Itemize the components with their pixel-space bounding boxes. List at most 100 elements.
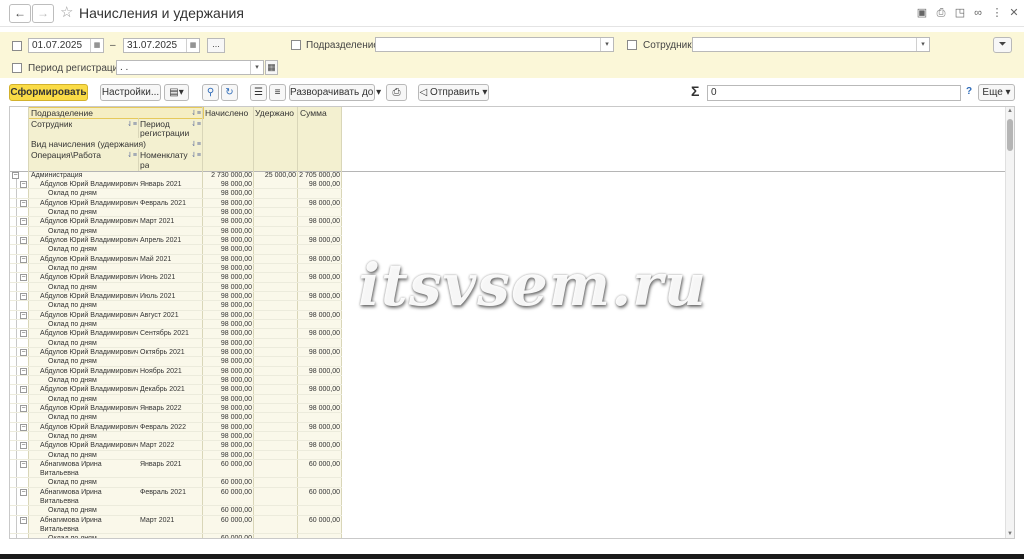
collapse-toggle-icon[interactable]: − xyxy=(12,172,19,179)
print-button[interactable]: ⎙ xyxy=(386,84,407,101)
collapse-toggle-icon[interactable]: − xyxy=(20,423,27,431)
sum-field[interactable]: 0 xyxy=(707,85,961,101)
filter-icon[interactable]: ⏷ xyxy=(993,37,1012,53)
employee-row[interactable]: − Абнагимова Ирина Витальевна Март 2021 60 0… xyxy=(10,516,342,535)
report-variants-button[interactable]: ▤▾ xyxy=(164,84,189,101)
accrual-type-row[interactable]: Оклад по дням 98 000,00 xyxy=(10,376,342,386)
settings-button[interactable]: Настройки... xyxy=(100,84,161,101)
collapse-toggle-icon[interactable]: − xyxy=(20,181,27,188)
employee-row[interactable]: − Абнагимова Ирина Витальевна Январь 2021 60… xyxy=(10,460,342,479)
accrual-type-row[interactable]: Оклад по дням 98 000,00 xyxy=(10,208,342,218)
accrual-type-row[interactable]: Оклад по дням 98 000,00 xyxy=(10,301,342,311)
employee-row[interactable]: − Абдулов Юрий Владимирович Март 2022 98 00… xyxy=(10,441,342,451)
accrual-type-row[interactable]: Оклад по дням 98 000,00 xyxy=(10,451,342,460)
collapse-toggle-icon[interactable]: − xyxy=(20,404,27,412)
calendar-icon[interactable]: ▦ xyxy=(265,60,278,75)
print-icon[interactable]: ⎙ xyxy=(934,6,948,20)
vertical-scrollbar[interactable]: ▲ ▼ xyxy=(1005,107,1014,538)
expand-group-button[interactable]: ☰ xyxy=(250,84,267,101)
send-button[interactable]: ◁ Отправить ▾ xyxy=(418,84,489,101)
collapse-toggle-icon[interactable]: − xyxy=(20,274,27,282)
sort-icon[interactable]: ⇃≡ xyxy=(191,109,201,117)
collapse-toggle-icon[interactable]: − xyxy=(20,442,27,450)
chevron-down-icon[interactable]: ▾ xyxy=(250,61,263,74)
reg-period-input[interactable]: . . ▾ xyxy=(116,60,264,75)
scroll-up-icon[interactable]: ▲ xyxy=(1006,108,1014,114)
sort-icon[interactable]: ⇃≡ xyxy=(191,151,201,159)
collapse-toggle-icon[interactable]: − xyxy=(20,311,27,319)
accrual-type-row[interactable]: Оклад по дням 98 000,00 xyxy=(10,413,342,423)
collapse-group-button[interactable]: ≡ xyxy=(269,84,286,101)
date-from-input[interactable]: 01.07.2025 ▦ xyxy=(28,38,104,53)
collapse-toggle-icon[interactable]: − xyxy=(20,236,27,244)
accrual-type-row[interactable]: Оклад по дням 60 000,00 xyxy=(10,534,342,538)
date-to-input[interactable]: 31.07.2025 ▦ xyxy=(123,38,200,53)
employee-row[interactable]: − Абдулов Юрий Владимирович Октябрь 2021 98… xyxy=(10,348,342,358)
sort-icon[interactable]: ⇃≡ xyxy=(127,120,137,128)
save-icon[interactable]: ▣ xyxy=(915,6,929,20)
accrual-type-row[interactable]: Оклад по дням 98 000,00 xyxy=(10,320,342,330)
employee-row[interactable]: − Абдулов Юрий Владимирович Февраль 2022 98… xyxy=(10,423,342,432)
calendar-icon[interactable]: ▦ xyxy=(90,39,103,52)
search-button[interactable]: ⚲ xyxy=(202,84,219,101)
collapse-toggle-icon[interactable]: − xyxy=(20,367,27,375)
sort-icon[interactable]: ⇃≡ xyxy=(191,120,201,128)
employee-row[interactable]: − Абдулов Юрий Владимирович Сентябрь 2021 9… xyxy=(10,329,342,339)
employee-row[interactable]: − Абдулов Юрий Владимирович Январь 2021 98 … xyxy=(10,180,342,190)
sort-icon[interactable]: ⇃≡ xyxy=(191,140,201,148)
collapse-toggle-icon[interactable]: − xyxy=(20,386,27,394)
close-icon[interactable]: ✕ xyxy=(1007,6,1021,20)
collapse-toggle-icon[interactable]: − xyxy=(20,348,27,356)
more-button[interactable]: Еще ▾ xyxy=(978,84,1015,101)
forward-button[interactable]: → xyxy=(32,4,54,23)
collapse-toggle-icon[interactable]: − xyxy=(20,218,27,226)
collapse-toggle-icon[interactable]: − xyxy=(20,460,27,468)
choose-period-button[interactable]: ... xyxy=(207,38,225,53)
help-icon[interactable]: ? xyxy=(966,86,972,97)
accrual-type-row[interactable]: Оклад по дням 60 000,00 xyxy=(10,506,342,516)
employee-row[interactable]: − Абдулов Юрий Владимирович Июнь 2021 98 00… xyxy=(10,273,342,283)
group-row-administration[interactable]: − Администрация 2 730 000,00 25 000,00 2… xyxy=(10,171,342,180)
accrual-type-row[interactable]: Оклад по дням 98 000,00 xyxy=(10,189,342,199)
chevron-down-icon[interactable]: ▾ xyxy=(916,38,929,51)
employee-filter-checkbox[interactable] xyxy=(627,40,637,50)
accrual-type-row[interactable]: Оклад по дням 60 000,00 xyxy=(10,478,342,488)
accrual-type-row[interactable]: Оклад по дням 98 000,00 xyxy=(10,395,342,404)
employee-row[interactable]: − Абдулов Юрий Владимирович Март 2021 98 00… xyxy=(10,217,342,227)
employee-row[interactable]: − Абдулов Юрий Владимирович Ноябрь 2021 98 … xyxy=(10,367,342,376)
accrual-type-row[interactable]: Оклад по дням 98 000,00 xyxy=(10,227,342,236)
employee-row[interactable]: − Абдулов Юрий Владимирович Декабрь 2021 98… xyxy=(10,385,342,395)
division-filter-checkbox[interactable] xyxy=(291,40,301,50)
calendar-icon[interactable]: ▦ xyxy=(186,39,199,52)
more-vertical-icon[interactable]: ⋮ xyxy=(990,6,1004,20)
employee-select[interactable]: ▾ xyxy=(692,37,930,52)
accrual-type-row[interactable]: Оклад по дням 98 000,00 xyxy=(10,264,342,274)
accrual-type-row[interactable]: Оклад по дням 98 000,00 xyxy=(10,432,342,442)
employee-row[interactable]: − Абдулов Юрий Владимирович Август 2021 98 … xyxy=(10,311,342,320)
sort-icon[interactable]: ⇃≡ xyxy=(127,151,137,159)
expand-to-button[interactable]: Разворачивать до ▾ xyxy=(289,84,381,101)
generate-button[interactable]: Сформировать xyxy=(9,84,88,101)
link-icon[interactable]: ∞ xyxy=(971,6,985,20)
reg-period-checkbox[interactable] xyxy=(12,63,22,73)
employee-row[interactable]: − Абдулов Юрий Владимирович Февраль 2021 98… xyxy=(10,199,342,208)
accrual-type-row[interactable]: Оклад по дням 98 000,00 xyxy=(10,245,342,255)
chevron-down-icon[interactable]: ▾ xyxy=(600,38,613,51)
scroll-down-icon[interactable]: ▼ xyxy=(1006,531,1014,537)
collapse-toggle-icon[interactable]: − xyxy=(20,488,27,496)
collapse-toggle-icon[interactable]: − xyxy=(20,516,27,524)
employee-row[interactable]: − Абдулов Юрий Владимирович Январь 2022 98 … xyxy=(10,404,342,414)
accrual-type-row[interactable]: Оклад по дням 98 000,00 xyxy=(10,339,342,348)
date-filter-checkbox[interactable] xyxy=(12,41,22,51)
scroll-thumb[interactable] xyxy=(1007,119,1013,151)
collapse-toggle-icon[interactable]: − xyxy=(20,330,27,338)
accrual-type-row[interactable]: Оклад по дням 98 000,00 xyxy=(10,283,342,292)
employee-row[interactable]: − Абнагимова Ирина Витальевна Февраль 2021 6… xyxy=(10,488,342,507)
employee-row[interactable]: − Абдулов Юрий Владимирович Май 2021 98 000… xyxy=(10,255,342,264)
division-select[interactable]: ▾ xyxy=(375,37,614,52)
employee-row[interactable]: − Абдулов Юрий Владимирович Апрель 2021 98 … xyxy=(10,236,342,246)
zoom-preview-icon[interactable]: ◳ xyxy=(953,6,967,20)
collapse-toggle-icon[interactable]: − xyxy=(20,292,27,300)
accrual-type-row[interactable]: Оклад по дням 98 000,00 xyxy=(10,357,342,367)
employee-row[interactable]: − Абдулов Юрий Владимирович Июль 2021 98 00… xyxy=(10,292,342,302)
